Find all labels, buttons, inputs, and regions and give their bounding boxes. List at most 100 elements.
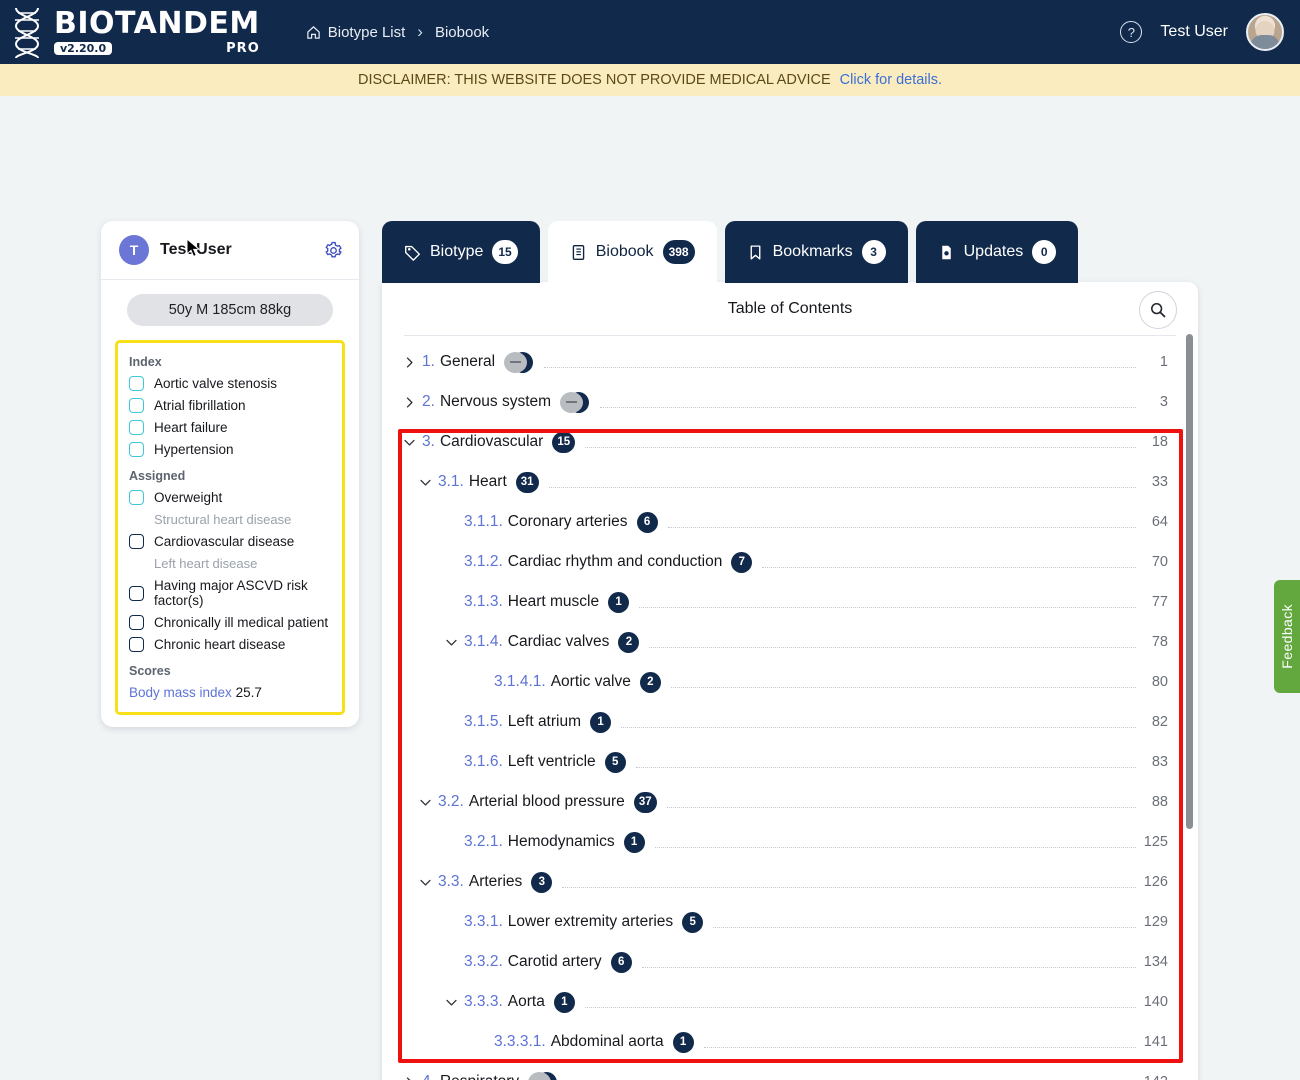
demographics-pill[interactable]: 50y M 185cm 88kg [127, 294, 333, 326]
toc-row-count-badge: 15 [552, 432, 575, 453]
toc-row[interactable]: 3.1.6.Left ventricle583 [382, 742, 1198, 782]
toc-row[interactable]: 4.Respiratory142 [382, 1062, 1198, 1080]
chevron-down-icon[interactable] [412, 876, 438, 889]
toc-row-title: Heart [469, 473, 507, 491]
tab-biobook[interactable]: Biobook 398 [548, 221, 717, 283]
tab-biotype[interactable]: Biotype 15 [382, 221, 540, 283]
toc-row-loading-badge [528, 1072, 558, 1080]
checkbox-icon[interactable] [129, 490, 144, 505]
tab-bookmarks[interactable]: Bookmarks 3 [725, 221, 908, 283]
chevron-right-icon[interactable] [396, 396, 422, 409]
toc-row-title: Coronary arteries [508, 513, 628, 531]
checkbox-icon[interactable] [129, 586, 144, 601]
assigned-section-title: Assigned [129, 469, 331, 483]
checkbox-icon[interactable] [129, 637, 144, 652]
toc-page-number: 82 [1142, 714, 1168, 730]
search-icon[interactable] [1139, 291, 1177, 329]
checkbox-icon[interactable] [129, 534, 144, 549]
toc-row[interactable]: 3.3.1.Lower extremity arteries5129 [382, 902, 1198, 942]
assigned-item-label: Having major ASCVD risk factor(s) [154, 578, 331, 608]
toc-row[interactable]: 3.2.1.Hemodynamics1125 [382, 822, 1198, 862]
toc-row[interactable]: 3.3.Arteries3126 [382, 862, 1198, 902]
toc-row-title: Heart muscle [508, 593, 599, 611]
tab-label: Bookmarks [773, 243, 853, 261]
feedback-button[interactable]: Feedback [1274, 580, 1300, 693]
toc-row[interactable]: 3.1.Heart3133 [382, 462, 1198, 502]
toc-page-number: 125 [1142, 834, 1168, 850]
chevron-down-icon[interactable] [438, 996, 464, 1009]
disclaimer-link[interactable]: Click for details. [840, 72, 942, 88]
checkbox-icon[interactable] [129, 376, 144, 391]
toc-row[interactable]: 3.3.3.Aorta1140 [382, 982, 1198, 1022]
toc-list: 1.General12.Nervous system33.Cardiovascu… [382, 336, 1198, 1080]
toc-row[interactable]: 3.1.1.Coronary arteries664 [382, 502, 1198, 542]
toc-row[interactable]: 3.2.Arterial blood pressure3788 [382, 782, 1198, 822]
toc-row[interactable]: 2.Nervous system3 [382, 382, 1198, 422]
tab-updates[interactable]: Updates 0 [916, 221, 1079, 283]
vertical-scrollbar[interactable] [1186, 334, 1193, 829]
toc-row[interactable]: 3.1.2.Cardiac rhythm and conduction770 [382, 542, 1198, 582]
toc-row[interactable]: 3.3.2.Carotid artery6134 [382, 942, 1198, 982]
breadcrumb-item-biobook[interactable]: Biobook [435, 24, 489, 41]
index-checkbox-row[interactable]: Hypertension [129, 442, 331, 457]
toc-row-number: 3.1.4.1. [494, 673, 546, 691]
toc-row[interactable]: 3.3.3.1.Abdominal aorta1141 [382, 1022, 1198, 1062]
tab-badge: 0 [1032, 240, 1056, 264]
toc-row[interactable]: 3.1.4.1.Aortic valve280 [382, 662, 1198, 702]
checkbox-icon[interactable] [129, 442, 144, 457]
checkbox-icon[interactable] [129, 420, 144, 435]
toc-page-number: 140 [1142, 994, 1168, 1010]
assigned-group-label: Structural heart disease [154, 512, 331, 527]
toc-page-number: 3 [1142, 394, 1168, 410]
help-icon[interactable]: ? [1120, 21, 1142, 43]
assigned-checkbox-row[interactable]: Chronic heart disease [129, 637, 331, 652]
disclaimer-banner: DISCLAIMER: THIS WEBSITE DOES NOT PROVID… [0, 64, 1300, 96]
toc-row-count-badge: 2 [618, 632, 639, 653]
chevron-right-icon[interactable] [396, 356, 422, 369]
toc-page-number: 134 [1142, 954, 1168, 970]
toc-row-title: Cardiac rhythm and conduction [508, 553, 723, 571]
toc-row[interactable]: 3.1.4.Cardiac valves278 [382, 622, 1198, 662]
toc-row-number: 3.3. [438, 873, 464, 891]
toc-row-title: Lower extremity arteries [508, 913, 673, 931]
sidebar-body: 50y M 185cm 88kg Index Aortic valve sten… [101, 280, 359, 727]
sidebar-avatar: T [119, 235, 149, 265]
assigned-checkbox-row[interactable]: Chronically ill medical patient [129, 615, 331, 630]
toc-page-number: 78 [1142, 634, 1168, 650]
toc-row-number: 3.1. [438, 473, 464, 491]
toc-row-number: 3.1.1. [464, 513, 503, 531]
index-checkbox-row[interactable]: Heart failure [129, 420, 331, 435]
tab-badge: 398 [663, 240, 695, 264]
index-assigned-highlight-box: Index Aortic valve stenosis Atrial fibri… [115, 340, 345, 715]
assigned-checkbox-row[interactable]: Overweight [129, 490, 331, 505]
checkbox-icon[interactable] [129, 615, 144, 630]
avatar[interactable] [1246, 13, 1284, 51]
toc-page-number: 129 [1142, 914, 1168, 930]
assigned-checkbox-row[interactable]: Having major ASCVD risk factor(s) [129, 578, 331, 608]
toc-row[interactable]: 3.1.5.Left atrium182 [382, 702, 1198, 742]
score-label[interactable]: Body mass index [129, 685, 232, 700]
toc-row-count-badge: 5 [682, 912, 703, 933]
book-icon [570, 244, 587, 261]
toc-row-title: Nervous system [440, 393, 551, 411]
tab-label: Biobook [596, 243, 654, 261]
assigned-checkbox-row[interactable]: Cardiovascular disease [129, 534, 331, 549]
chevron-right-icon[interactable] [396, 1076, 422, 1080]
toc-leader-dots [667, 796, 1136, 808]
chevron-down-icon[interactable] [396, 436, 422, 449]
breadcrumb-item-biotype-list[interactable]: Biotype List [306, 24, 406, 41]
chevron-down-icon[interactable] [438, 636, 464, 649]
chevron-down-icon[interactable] [412, 476, 438, 489]
checkbox-icon[interactable] [129, 398, 144, 413]
toc-row[interactable]: 1.General1 [382, 342, 1198, 382]
toc-row[interactable]: 3.1.3.Heart muscle177 [382, 582, 1198, 622]
toc-page-number: 142 [1142, 1074, 1168, 1080]
index-checkbox-row[interactable]: Aortic valve stenosis [129, 376, 331, 391]
toc-row-number: 3.2.1. [464, 833, 503, 851]
toc-row[interactable]: 3.Cardiovascular1518 [382, 422, 1198, 462]
toc-row-loading-badge [560, 392, 590, 413]
chevron-down-icon[interactable] [412, 796, 438, 809]
brand-logo[interactable]: BIOTANDEM v2.20.0 PRO [10, 6, 260, 58]
index-checkbox-row[interactable]: Atrial fibrillation [129, 398, 331, 413]
gear-icon[interactable] [324, 241, 343, 260]
